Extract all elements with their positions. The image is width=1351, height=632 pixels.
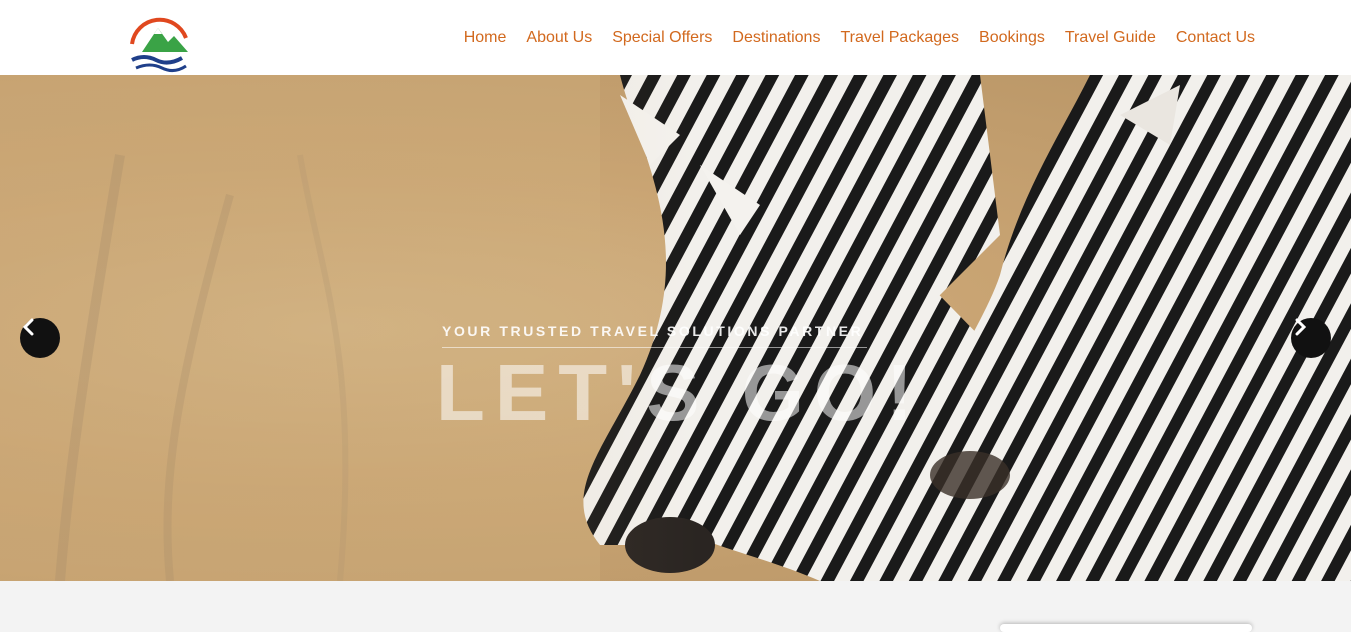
chevron-right-icon (1295, 318, 1307, 336)
chevron-left-icon (22, 318, 34, 336)
nav-travel-guide[interactable]: Travel Guide (1065, 29, 1156, 47)
hero-tagline: YOUR TRUSTED TRAVEL SOLUTIONS PARTNER (442, 323, 864, 339)
nav-travel-packages[interactable]: Travel Packages (840, 29, 959, 47)
slider-prev-button[interactable] (20, 318, 60, 358)
nav-special-offers[interactable]: Special Offers (612, 29, 712, 47)
site-logo[interactable] (128, 14, 192, 74)
slider-next-button[interactable] (1291, 318, 1331, 358)
floating-card (1000, 624, 1252, 632)
site-header: Home About Us Special Offers Destination… (0, 0, 1351, 75)
main-nav: Home About Us Special Offers Destination… (464, 0, 1255, 75)
nav-bookings[interactable]: Bookings (979, 29, 1045, 47)
nav-about-us[interactable]: About Us (526, 29, 592, 47)
nav-contact-us[interactable]: Contact Us (1176, 29, 1255, 47)
hero-headline: LET'S GO! (436, 348, 923, 437)
nav-destinations[interactable]: Destinations (732, 29, 820, 47)
hero-slider: YOUR TRUSTED TRAVEL SOLUTIONS PARTNER LE… (0, 75, 1351, 581)
content-section (0, 581, 1351, 627)
logo-emblem-icon (130, 17, 188, 73)
nav-home[interactable]: Home (464, 29, 507, 47)
